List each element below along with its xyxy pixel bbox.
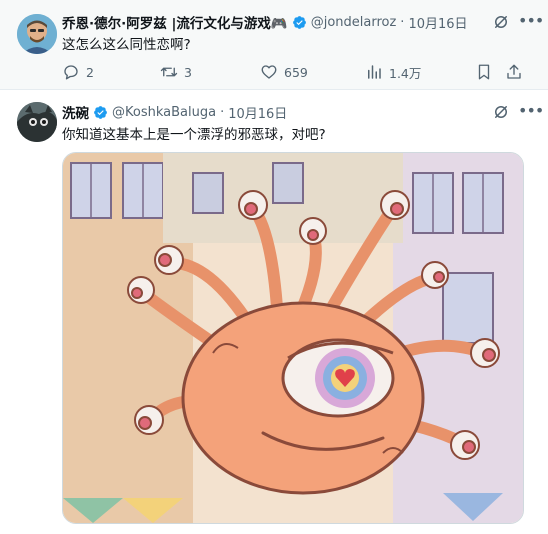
tweet-reply[interactable]: 洗碗 @KoshkaBaluga · 10月16日 ••• 你知道这基本上是一个… — [0, 90, 548, 534]
tweet-date[interactable]: 10月16日 — [228, 103, 287, 122]
retweet-button[interactable]: 3 — [160, 63, 260, 81]
view-count: 1.4万 — [389, 65, 422, 81]
retweet-icon — [160, 67, 178, 77]
tweet-quoted[interactable]: 乔恩·德尔·阿罗兹 |流行文化与游戏🎮 @jondelarroz · 10月16… — [0, 0, 548, 90]
tweet-text: 你知道这基本上是一个漂浮的邪恶球，对吧? — [62, 127, 326, 143]
like-count: 659 — [284, 64, 308, 80]
beholder-illustration — [63, 153, 523, 523]
views-button[interactable]: 1.4万 — [365, 63, 475, 82]
author-name[interactable]: 洗碗 — [62, 102, 89, 122]
tweet-date[interactable]: 10月16日 — [408, 13, 467, 32]
avatar-koshkabaluga[interactable] — [17, 102, 57, 142]
tweet-text: 这怎么这么同性恋啊? — [62, 37, 191, 53]
action-bar: 2 3 659 1.4万 — [62, 62, 534, 82]
grok-icon[interactable] — [492, 13, 510, 31]
like-button[interactable]: 659 — [260, 63, 365, 81]
share-button[interactable] — [505, 63, 525, 81]
author-handle[interactable]: @KoshkaBaluga — [112, 105, 216, 120]
more-icon[interactable]: ••• — [518, 103, 544, 122]
reply-icon — [64, 65, 78, 80]
avatar-image — [17, 14, 57, 54]
retweet-count: 3 — [184, 64, 192, 80]
avatar-image — [17, 102, 57, 142]
separator-dot: · — [220, 104, 225, 120]
reply-count: 2 — [86, 64, 94, 80]
verified-badge-icon — [292, 15, 306, 29]
avatar-jondelarroz[interactable] — [17, 14, 57, 54]
separator-dot: · — [400, 14, 405, 30]
tweet-header: 乔恩·德尔·阿罗兹 |流行文化与游戏🎮 @jondelarroz · 10月16… — [62, 12, 478, 33]
verified-badge-icon — [94, 105, 107, 119]
more-icon[interactable]: ••• — [518, 13, 544, 32]
author-handle[interactable]: @jondelarroz — [311, 15, 397, 30]
views-icon — [368, 65, 381, 79]
reply-button[interactable]: 2 — [62, 63, 160, 81]
tweet-image[interactable] — [62, 152, 524, 524]
bookmark-button[interactable] — [475, 63, 505, 81]
bookmark-icon — [478, 64, 490, 80]
heart-icon — [261, 65, 277, 79]
author-name[interactable]: 乔恩·德尔·阿罗兹 |流行文化与游戏🎮 — [62, 12, 288, 32]
share-icon — [507, 64, 521, 79]
grok-icon[interactable] — [492, 103, 510, 121]
tweet-header: 洗碗 @KoshkaBaluga · 10月16日 — [62, 102, 478, 123]
